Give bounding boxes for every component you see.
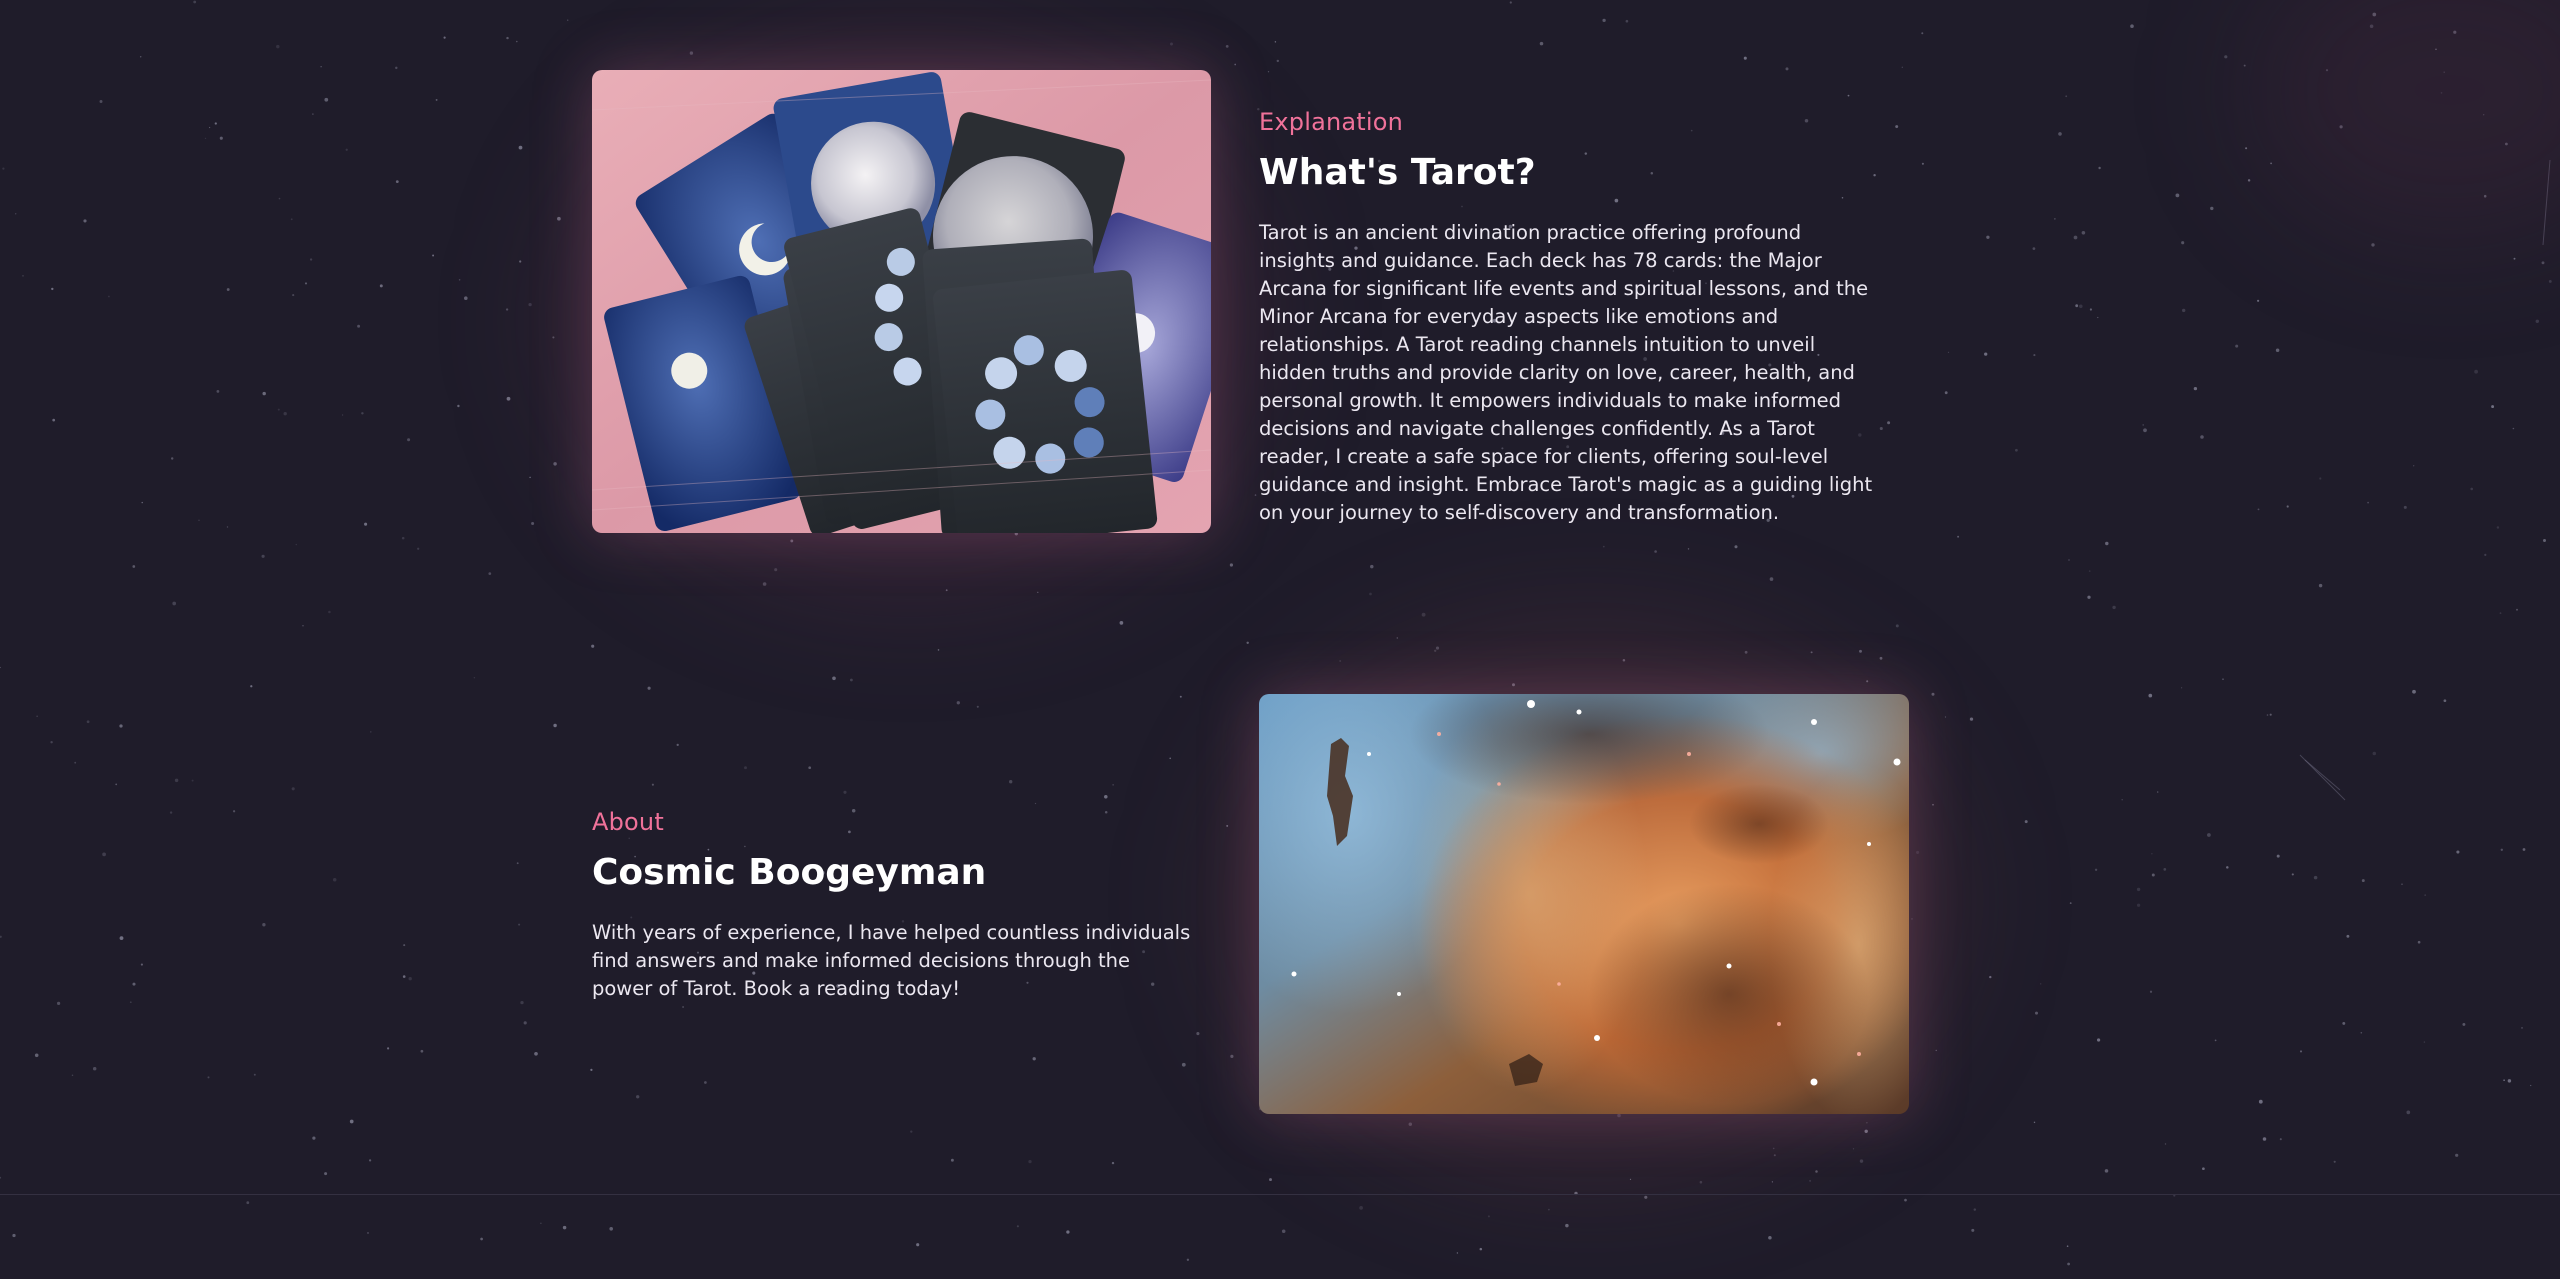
star	[1768, 1236, 1772, 1240]
about-eyebrow: About	[592, 808, 664, 836]
star	[1565, 1223, 1569, 1228]
star	[1904, 1198, 1907, 1202]
about-title: Cosmic Boogeyman	[592, 852, 987, 893]
star	[1971, 1228, 1975, 1232]
explanation-section: Explanation What's Tarot? Tarot is an an…	[0, 0, 2560, 600]
star	[12, 1233, 16, 1238]
footer-divider	[0, 1194, 2560, 1195]
nebula-image	[1259, 694, 1909, 1114]
explanation-title: What's Tarot?	[1259, 152, 1536, 193]
star	[1066, 1230, 1070, 1234]
star	[562, 1225, 567, 1230]
star	[480, 1237, 483, 1241]
star	[246, 1201, 250, 1205]
star	[1973, 1208, 1977, 1211]
star	[367, 1232, 369, 1234]
star	[2067, 1262, 2070, 1266]
star	[916, 1243, 920, 1247]
star	[1487, 1215, 1490, 1218]
about-body: With years of experience, I have helped …	[592, 921, 1191, 1000]
explanation-eyebrow: Explanation	[1259, 108, 1404, 136]
star	[1456, 1252, 1459, 1254]
star	[1644, 1195, 1648, 1199]
star	[540, 1222, 542, 1225]
tarot-cards-image	[592, 70, 1211, 533]
star	[609, 1227, 613, 1231]
about-section: About Cosmic Boogeyman With years of exp…	[0, 600, 2560, 1194]
star	[1016, 1225, 1019, 1228]
star	[1479, 1247, 1483, 1251]
explanation-body: Tarot is an ancient divination practice …	[1259, 221, 1873, 524]
star	[2066, 1245, 2069, 1247]
star	[1548, 1208, 1550, 1211]
star	[1281, 1229, 1286, 1233]
star	[1186, 1258, 1190, 1261]
star	[1359, 1206, 1363, 1210]
